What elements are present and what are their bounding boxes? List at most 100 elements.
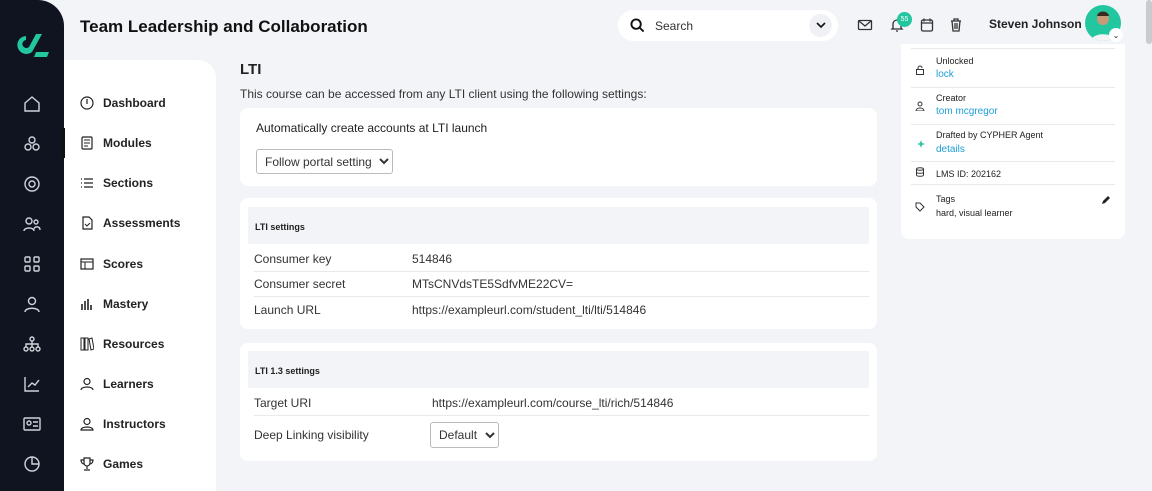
trash-icon[interactable] bbox=[948, 17, 964, 33]
active-indicator bbox=[62, 128, 65, 158]
books-icon bbox=[80, 337, 94, 351]
list-icon bbox=[80, 176, 94, 190]
creator-icon bbox=[915, 101, 925, 111]
submenu-dashboard[interactable]: Dashboard bbox=[80, 91, 166, 115]
search-input[interactable]: Search bbox=[618, 10, 838, 41]
label: Resources bbox=[103, 337, 164, 351]
user-menu-chevron-icon[interactable]: ⌄ bbox=[1109, 28, 1123, 42]
tags-entry: Tags hard, visual learner bbox=[911, 185, 1115, 225]
submenu-scores[interactable]: Scores bbox=[80, 252, 143, 276]
submenu-modules[interactable]: Modules bbox=[80, 131, 152, 155]
course-info-panel: Unlocked lock Creator tom mcgregor Draft… bbox=[901, 44, 1125, 239]
section-heading: LTI bbox=[240, 61, 261, 78]
target-icon[interactable] bbox=[22, 174, 42, 194]
search-placeholder: Search bbox=[655, 19, 693, 33]
org-chart-icon[interactable] bbox=[22, 334, 42, 354]
label: Sections bbox=[103, 176, 153, 190]
row-value: https://exampleurl.com/course_lti/rich/5… bbox=[432, 396, 673, 410]
table-icon bbox=[80, 257, 94, 271]
scrollbar[interactable] bbox=[1146, 0, 1152, 44]
logo bbox=[12, 30, 52, 60]
row-value: 514846 bbox=[412, 252, 452, 266]
submenu-learners[interactable]: Learners bbox=[80, 372, 154, 396]
pie-chart-icon[interactable] bbox=[22, 454, 42, 474]
id-card-icon[interactable] bbox=[22, 414, 42, 434]
row-label: Launch URL bbox=[254, 303, 412, 317]
bar-chart-icon bbox=[80, 297, 94, 311]
row-value: MTsCNVdsTE5SdfvME22CV= bbox=[412, 277, 573, 291]
pencil-icon[interactable] bbox=[1101, 195, 1111, 205]
row-label: Target URI bbox=[254, 396, 432, 410]
lock-status: Unlocked bbox=[936, 56, 974, 66]
database-icon bbox=[915, 167, 925, 177]
sparkle-icon bbox=[915, 138, 925, 148]
lms-id-entry: LMS ID: 202162 bbox=[911, 162, 1115, 185]
label: Dashboard bbox=[103, 96, 166, 110]
label: Mastery bbox=[103, 297, 148, 311]
deep-linking-select[interactable]: Default bbox=[430, 422, 499, 448]
user-icon bbox=[80, 377, 94, 391]
modules-icon[interactable] bbox=[22, 134, 42, 154]
lti13-settings-card: LTI 1.3 settings Target URIhttps://examp… bbox=[240, 343, 877, 461]
label: Assessments bbox=[103, 216, 180, 230]
tags-value: hard, visual learner bbox=[936, 208, 1013, 218]
search-dropdown-button[interactable] bbox=[809, 14, 832, 37]
lti-settings-card: LTI settings Consumer key514846 Consumer… bbox=[240, 198, 877, 329]
table-row: Consumer secretMTsCNVdsTE5SdfvME22CV= bbox=[254, 272, 869, 297]
user-icon[interactable] bbox=[22, 294, 42, 314]
label: Modules bbox=[103, 136, 152, 150]
table-row: Deep Linking visibilityDefault bbox=[254, 418, 869, 451]
auto-create-select[interactable]: Follow portal setting bbox=[256, 149, 393, 174]
chart-icon[interactable] bbox=[22, 374, 42, 394]
table-row: Launch URLhttps://exampleurl.com/student… bbox=[254, 297, 869, 322]
creator-link[interactable]: tom mcgregor bbox=[936, 106, 998, 117]
user-name[interactable]: Steven Johnson bbox=[989, 17, 1082, 31]
label: Scores bbox=[103, 257, 143, 271]
instructor-icon bbox=[80, 417, 94, 431]
table-row: Consumer key514846 bbox=[254, 247, 869, 272]
assessment-icon bbox=[80, 216, 94, 230]
app-rail bbox=[0, 0, 64, 491]
submenu-games[interactable]: Games bbox=[80, 452, 143, 476]
submenu-resources[interactable]: Resources bbox=[80, 332, 164, 356]
row-label: Deep Linking visibility bbox=[254, 428, 430, 442]
lock-entry: Unlocked lock bbox=[911, 48, 1115, 88]
auto-create-card: Automatically create accounts at LTI lau… bbox=[240, 108, 877, 186]
tag-icon bbox=[915, 202, 925, 212]
page-title: Team Leadership and Collaboration bbox=[80, 17, 368, 37]
grid-icon[interactable] bbox=[22, 254, 42, 274]
trophy-icon bbox=[80, 457, 94, 471]
submenu-instructors[interactable]: Instructors bbox=[80, 412, 166, 436]
unlock-icon bbox=[915, 65, 925, 75]
lti-settings-header: LTI settings bbox=[248, 207, 869, 244]
modules-icon bbox=[80, 136, 94, 150]
label: Games bbox=[103, 457, 143, 471]
label: Instructors bbox=[103, 417, 166, 431]
section-description: This course can be accessed from any LTI… bbox=[240, 87, 647, 101]
auto-create-label: Automatically create accounts at LTI lau… bbox=[256, 121, 487, 135]
submenu-assessments[interactable]: Assessments bbox=[80, 211, 180, 235]
details-link[interactable]: details bbox=[936, 144, 965, 155]
creator-entry: Creator tom mcgregor bbox=[911, 88, 1115, 125]
home-icon[interactable] bbox=[22, 94, 42, 114]
users-icon[interactable] bbox=[22, 214, 42, 234]
mail-icon[interactable] bbox=[857, 17, 873, 33]
search-icon bbox=[630, 18, 645, 33]
drafted-label: Drafted by CYPHER Agent bbox=[936, 130, 1043, 140]
lock-link[interactable]: lock bbox=[936, 69, 954, 80]
dashboard-icon bbox=[80, 96, 94, 110]
creator-label: Creator bbox=[936, 93, 966, 103]
table-row: Target URIhttps://exampleurl.com/course_… bbox=[254, 391, 869, 416]
lti13-settings-header: LTI 1.3 settings bbox=[248, 351, 869, 388]
calendar-icon[interactable] bbox=[919, 17, 935, 33]
drafted-entry: Drafted by CYPHER Agent details bbox=[911, 125, 1115, 162]
tags-label: Tags bbox=[936, 194, 955, 204]
chevron-down-icon bbox=[816, 22, 826, 29]
row-label: Consumer key bbox=[254, 252, 412, 266]
row-value: https://exampleurl.com/student_lti/lti/5… bbox=[412, 303, 646, 317]
course-submenu: Dashboard Modules Sections Assessments S… bbox=[64, 60, 216, 491]
label: Learners bbox=[103, 377, 154, 391]
lms-id: LMS ID: 202162 bbox=[936, 169, 1001, 179]
submenu-mastery[interactable]: Mastery bbox=[80, 292, 148, 316]
submenu-sections[interactable]: Sections bbox=[80, 171, 153, 195]
